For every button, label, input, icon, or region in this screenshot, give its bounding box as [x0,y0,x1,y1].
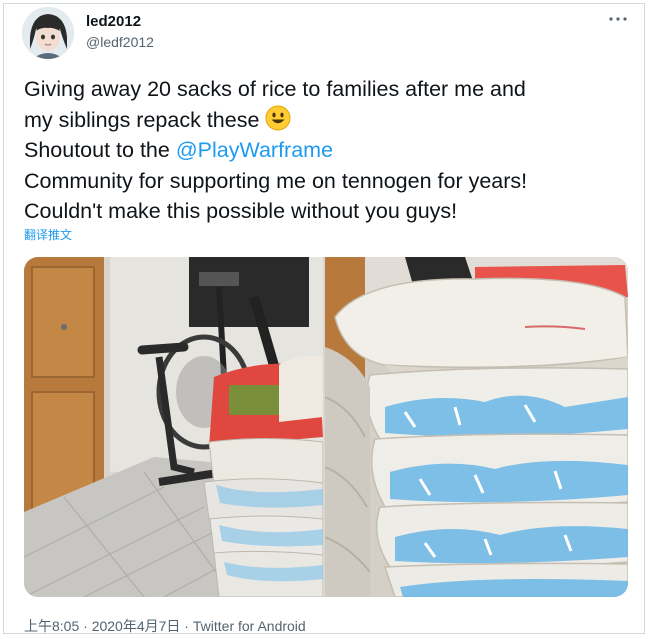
tweet-text: Giving away 20 sacks of rice to families… [24,74,634,227]
tweet-card: led2012 @ledf2012 Giving away 20 sacks o… [3,3,645,634]
tweet-line: my siblings repack these [24,105,634,136]
tweet-date[interactable]: 2020年4月7日 [92,618,181,634]
translate-tweet-link[interactable]: 翻译推文 [24,226,72,243]
mention-link[interactable]: @PlayWarframe [176,138,333,162]
tweet-time[interactable]: 上午8:05 [24,618,79,634]
meta-separator: · [79,618,92,634]
photo-rice-sacks-stack[interactable] [325,257,628,597]
tweet-meta: 上午8:05 · 2020年4月7日 · Twitter for Android [24,616,306,636]
user-handle[interactable]: @ledf2012 [86,34,154,50]
more-horizontal-icon[interactable] [608,12,628,26]
smiling-face-emoji-icon [265,105,291,131]
avatar[interactable] [22,7,74,59]
tweet-line: Community for supporting me on tennogen … [24,168,528,193]
photo-rice-sacks-with-bike[interactable] [24,257,323,597]
tweet-line: Shoutout to the @PlayWarframe [24,135,634,166]
tweet-line: Giving away 20 sacks of rice to families… [24,77,526,101]
tweet-line-text: Shoutout to the [24,138,176,162]
tweet-line: Couldn't make this possible without you … [24,199,458,223]
display-name[interactable]: led2012 [86,13,141,30]
tweet-source[interactable]: Twitter for Android [193,618,306,634]
tweet-line-text: my siblings repack these [24,107,260,132]
media-grid [24,257,628,597]
meta-separator: · [180,618,193,634]
